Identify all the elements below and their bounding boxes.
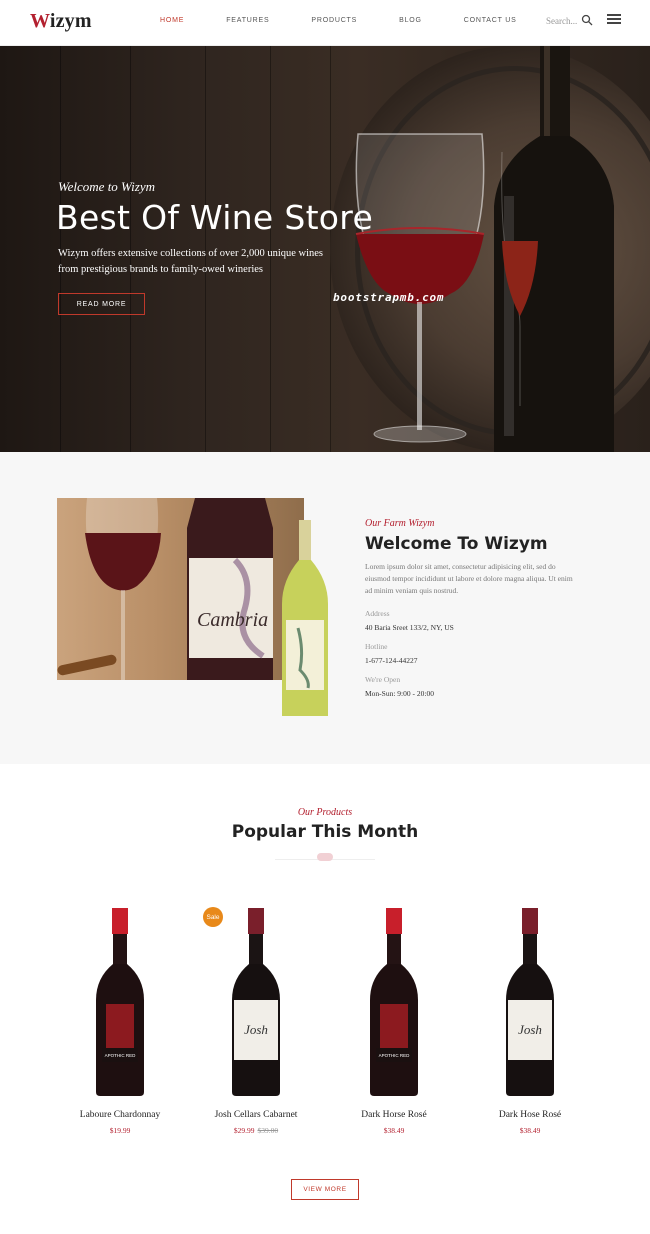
old-price: $39.00 — [257, 1126, 279, 1135]
hotline-label: Hotline — [365, 642, 388, 651]
address-value: 40 Baria Sreet 133/2, NY, US — [365, 623, 454, 632]
hero-banner: Welcome to Wizym Best Of Wine Store Wizy… — [0, 46, 650, 452]
current-price: $38.49 — [383, 1126, 405, 1135]
nav-features[interactable]: FEATURES — [226, 17, 269, 24]
logo-initial: W — [30, 10, 50, 32]
white-wine-bottle-icon — [282, 520, 328, 716]
product-bottle-image[interactable]: Josh — [196, 900, 316, 1100]
bottle-label-text: APOTHIC RED — [379, 1053, 411, 1058]
current-price: $38.49 — [519, 1126, 541, 1135]
hero-subtitle: Welcome to Wizym — [58, 179, 155, 194]
wine-bottle-image — [494, 46, 614, 452]
divider-ornament-icon — [317, 853, 333, 861]
product-price: $38.49 — [470, 1126, 590, 1135]
bottle-label-text: Josh — [244, 1022, 268, 1037]
watermark-text: bootstrapmb.com — [333, 291, 445, 304]
product-price: $19.99 — [60, 1126, 180, 1135]
products-title: Popular This Month — [231, 822, 419, 842]
product-price: $38.49 — [334, 1126, 454, 1135]
about-subtitle: Our Farm Wizym — [365, 518, 435, 529]
nav-blog[interactable]: BLOG — [399, 17, 422, 24]
nav-contact-us[interactable]: CONTACT US — [464, 17, 517, 24]
bottle-label-text: APOTHIC RED — [105, 1053, 137, 1058]
red-label-bottle-icon: APOTHIC RED — [96, 908, 144, 1096]
about-section: Cambria Our Farm Wizym Welcome To Wizym … — [0, 452, 650, 764]
hotline-value[interactable]: 1-677-124-44227 — [365, 656, 418, 665]
nav-home[interactable]: HOME — [160, 17, 184, 24]
about-text: Lorem ipsum dolor sit amet, consectetur … — [365, 562, 573, 595]
hours-value: Mon-Sun: 9:00 - 20:00 — [365, 689, 434, 698]
hours-label: We're Open — [365, 675, 401, 684]
product-bottle-image[interactable]: APOTHIC RED — [334, 900, 454, 1100]
cambria-bottle-icon: Cambria — [187, 498, 273, 680]
product-bottle-image[interactable]: Josh — [470, 900, 590, 1100]
hero-title: Best Of Wine Store — [56, 198, 374, 237]
site-header: Wizym HOME FEATURES PRODUCTS BLOG CONTAC… — [0, 0, 650, 46]
nav-products[interactable]: PRODUCTS — [311, 17, 357, 24]
product-card[interactable]: Josh Josh Cellars Cabarnet $29.99 $39.00 — [196, 900, 316, 1135]
current-price: $19.99 — [109, 1126, 131, 1135]
product-card[interactable]: APOTHIC RED Dark Horse Rosé $38.49 — [334, 900, 454, 1135]
hamburger-menu-icon[interactable] — [607, 14, 621, 26]
white-label-bottle-icon: Josh — [232, 908, 280, 1096]
current-price: $29.99 — [233, 1126, 255, 1135]
about-title: Welcome To Wizym — [365, 534, 548, 554]
search-input[interactable]: Search... — [546, 16, 577, 26]
wine-glass-image — [355, 133, 485, 443]
products-subtitle: Our Products — [297, 807, 353, 818]
product-card[interactable]: Josh Dark Hose Rosé $38.49 — [470, 900, 590, 1135]
logo[interactable]: Wizym — [30, 10, 92, 33]
red-wine-glass-icon — [85, 498, 161, 680]
search-icon[interactable] — [581, 14, 593, 26]
hero-description: Wizym offers extensive collections of ov… — [58, 248, 324, 275]
product-price: $29.99 $39.00 — [196, 1126, 316, 1135]
white-label-bottle-icon: Josh — [506, 908, 554, 1096]
main-nav: HOME FEATURES PRODUCTS BLOG CONTACT US — [160, 17, 517, 24]
product-bottle-image[interactable]: APOTHIC RED — [60, 900, 180, 1100]
product-name[interactable]: Dark Hose Rosé — [470, 1110, 590, 1120]
read-more-button[interactable]: READ MORE — [58, 293, 145, 315]
product-name[interactable]: Dark Horse Rosé — [334, 1110, 454, 1120]
product-name[interactable]: Laboure Chardonnay — [60, 1110, 180, 1120]
red-label-bottle-icon: APOTHIC RED — [370, 908, 418, 1096]
bottle-label-text: Josh — [518, 1022, 542, 1037]
address-label: Address — [365, 609, 390, 618]
view-more-button[interactable]: VIEW MORE — [291, 1179, 359, 1200]
logo-rest: izym — [49, 10, 92, 32]
product-name[interactable]: Josh Cellars Cabarnet — [196, 1110, 316, 1120]
bottle-label-text: Cambria — [197, 609, 268, 631]
product-card[interactable]: APOTHIC RED Laboure Chardonnay $19.99 — [60, 900, 180, 1135]
about-wine-photo: Cambria — [57, 498, 304, 680]
